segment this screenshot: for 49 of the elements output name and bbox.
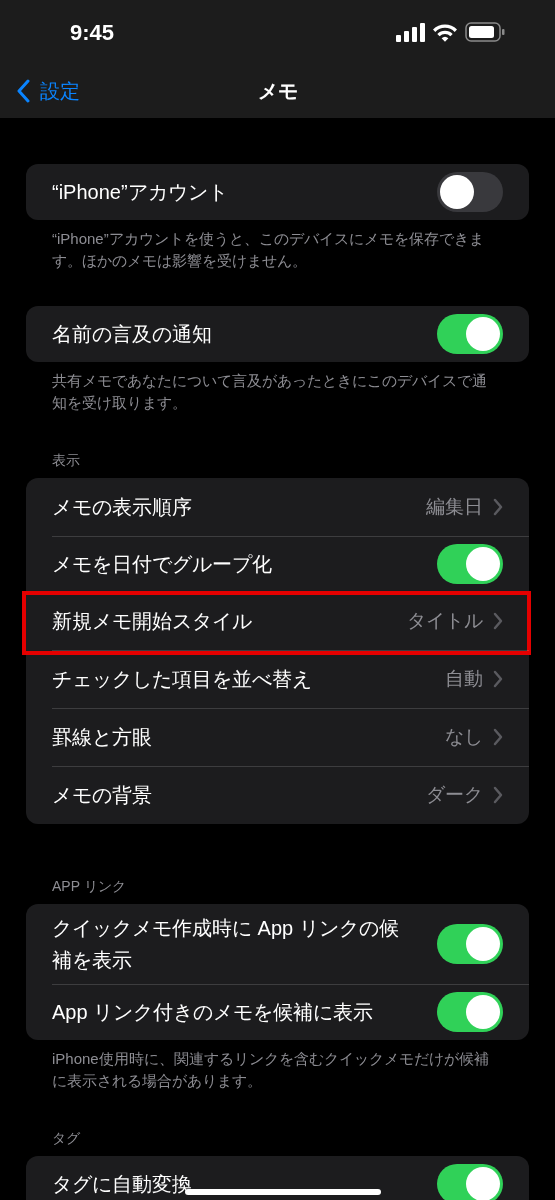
row-label: App リンク付きのメモを候補に表示	[52, 1000, 374, 1025]
settings-row[interactable]: メモを日付でグループ化	[26, 536, 529, 592]
row-label: メモの表示順序	[52, 495, 192, 520]
chevron-right-icon	[493, 498, 503, 516]
settings-row[interactable]: チェックした項目を並べ替え 自動	[26, 650, 529, 708]
wifi-icon	[432, 22, 458, 42]
chevron-right-icon	[493, 728, 503, 746]
row-value: 自動	[445, 666, 483, 691]
row-value: ダーク	[426, 782, 483, 807]
battery-icon	[465, 22, 505, 42]
back-button[interactable]: 設定	[0, 76, 80, 106]
chevron-right-icon	[493, 786, 503, 804]
toggle-switch[interactable]	[437, 544, 503, 584]
row-label: メモの背景	[52, 783, 152, 808]
toggle-switch[interactable]	[437, 1164, 503, 1200]
toggle-switch[interactable]	[437, 992, 503, 1032]
settings-row[interactable]: クイックメモ作成時に App リンクの候補を表示	[26, 904, 529, 984]
row-label: 罫線と方眼	[52, 725, 152, 750]
footer-text: 共有メモであなたについて言及があったときにこのデバイスで通知を受け取ります。	[51, 371, 488, 413]
section-header: 表示	[52, 451, 80, 470]
settings-row[interactable]: メモの背景 ダーク	[26, 766, 529, 824]
chevron-right-icon	[493, 612, 503, 630]
row-label: チェックした項目を並べ替え	[52, 667, 312, 692]
settings-row[interactable]: “iPhone”アカウント	[26, 164, 529, 220]
toggle-switch[interactable]	[437, 172, 503, 212]
chevron-left-icon	[16, 79, 30, 103]
row-value: 編集日	[426, 494, 483, 519]
settings-row[interactable]: 罫線と方眼 なし	[26, 708, 529, 766]
toggle-switch[interactable]	[437, 314, 503, 354]
section-header: タグ	[52, 1129, 80, 1148]
row-label: メモを日付でグループ化	[52, 552, 272, 577]
settings-row[interactable]: App リンク付きのメモを候補に表示	[26, 984, 529, 1040]
row-label: クイックメモ作成時に App リンクの候補を表示	[52, 916, 400, 973]
row-label: 名前の言及の通知	[52, 322, 212, 347]
row-label: “iPhone”アカウント	[52, 180, 228, 205]
settings-row[interactable]: メモの表示順序 編集日	[26, 478, 529, 536]
chevron-right-icon	[493, 670, 503, 688]
status-time: 9:45	[70, 18, 115, 47]
row-value: タイトル	[407, 608, 483, 633]
toggle-switch[interactable]	[437, 924, 503, 964]
footer-text: “iPhone”アカウントを使うと、このデバイスにメモを保存できます。ほかのメモは影響を受けません。	[51, 229, 485, 271]
row-label: 新規メモ開始スタイル	[52, 609, 252, 634]
section-header: APP リンク	[52, 877, 126, 896]
signal-icon	[396, 22, 425, 42]
settings-row[interactable]: 新規メモ開始スタイル タイトル	[26, 592, 529, 650]
nav-title: メモ	[257, 79, 298, 104]
settings-row[interactable]: 名前の言及の通知	[26, 306, 529, 362]
footer-text: iPhone使用時に、関連するリンクを含むクイックメモだけが候補に表示される場合があります。	[51, 1049, 490, 1091]
row-value: なし	[445, 724, 483, 749]
